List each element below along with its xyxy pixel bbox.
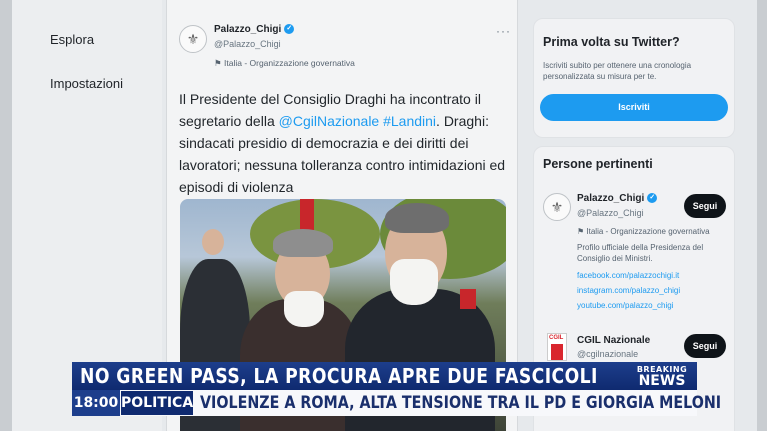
nav-item-impostazioni[interactable]: Impostazioni	[50, 76, 123, 91]
photo-head	[202, 229, 224, 255]
person-avatar[interactable]: ⚜	[543, 193, 571, 221]
photo-mask	[390, 259, 438, 305]
person-label-text: Italia - Organizzazione governativa	[586, 227, 710, 236]
screen-right-edge	[757, 0, 767, 431]
nav-item-esplora[interactable]: Esplora	[50, 32, 94, 47]
photo-hair	[273, 229, 333, 257]
screen-left-edge	[0, 0, 12, 431]
tweet-text: Il Presidente del Consiglio Draghi ha in…	[179, 88, 509, 198]
verified-icon: ✓	[647, 193, 658, 204]
signup-button[interactable]: Iscriviti	[540, 94, 728, 121]
ticker-subline: VIOLENZE A ROMA, ALTA TENSIONE TRA IL PD…	[200, 393, 722, 413]
person-bio: Profilo ufficiale della Presidenza del C…	[577, 243, 704, 263]
person-link-youtube[interactable]: youtube.com/palazzo_chigi	[577, 301, 674, 310]
cgil-logo-text: CGIL	[549, 335, 564, 341]
signup-description: Iscriviti subito per ottenere una cronol…	[543, 61, 692, 81]
person-link-facebook[interactable]: facebook.com/palazzochigi.it	[577, 271, 679, 280]
person-name-text: Palazzo_Chigi	[577, 193, 645, 204]
author-avatar[interactable]: ⚜	[179, 25, 207, 53]
cgil-avatar[interactable]: CGIL	[547, 333, 567, 361]
cgil-logo-mark	[551, 344, 563, 360]
person-name[interactable]: Palazzo_Chigi ✓	[577, 193, 658, 204]
ticker-headline: NO GREEN PASS, LA PROCURA APRE DUE FASCI…	[80, 364, 598, 388]
person-handle[interactable]: @Palazzo_Chigi	[577, 208, 644, 218]
photo-mask	[284, 291, 324, 327]
signup-title: Prima volta su Twitter?	[543, 35, 680, 49]
mention-link-cgil[interactable]: @CgilNazionale	[279, 113, 380, 129]
person-handle-cgil[interactable]: @cgilnazionale	[577, 349, 638, 359]
person-link-instagram[interactable]: instagram.com/palazzo_chigi	[577, 286, 680, 295]
verified-icon: ✓	[284, 24, 295, 35]
follow-button-cgil[interactable]: Segui	[684, 334, 726, 358]
person-name-cgil[interactable]: CGIL Nazionale	[577, 335, 650, 346]
author-handle[interactable]: @Palazzo_Chigi	[214, 39, 281, 49]
hashtag-link-landini[interactable]: #Landini	[383, 113, 436, 129]
breaking-news-badge: BREAKING NEWS	[628, 364, 696, 390]
flag-icon: ⚑	[577, 227, 585, 236]
follow-button[interactable]: Segui	[684, 194, 726, 218]
author-name[interactable]: Palazzo_Chigi ✓	[214, 24, 295, 35]
author-label: ⚑ Italia - Organizzazione governativa	[214, 58, 355, 69]
person-label: ⚑ Italia - Organizzazione governativa	[577, 226, 727, 237]
more-options-icon[interactable]: ···	[496, 24, 511, 38]
ticker-time: 18:00	[72, 390, 120, 416]
emblem-icon: ⚜	[550, 198, 564, 215]
author-label-text: Italia - Organizzazione governativa	[224, 58, 355, 68]
news-label: NEWS	[638, 373, 686, 389]
photo-hair	[385, 203, 449, 233]
emblem-icon: ⚜	[186, 30, 200, 47]
ticker-category: POLITICA	[121, 391, 193, 415]
author-name-text: Palazzo_Chigi	[214, 24, 282, 35]
relevant-people-title: Persone pertinenti	[543, 157, 653, 171]
flag-icon: ⚑	[214, 58, 222, 68]
photo-flag	[460, 289, 476, 309]
